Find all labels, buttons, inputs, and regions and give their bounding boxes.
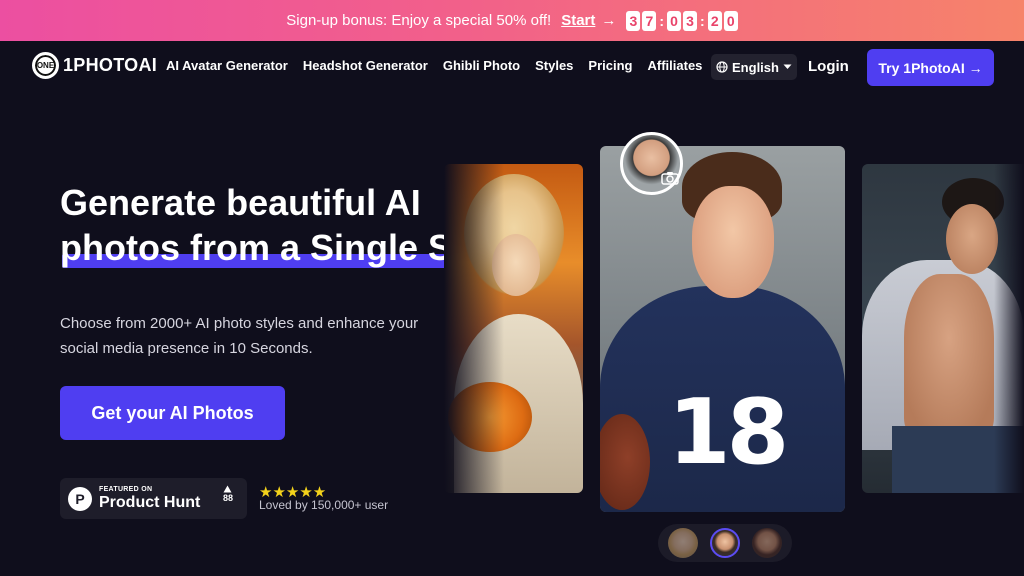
image-fade-overlay (444, 164, 504, 493)
thumbnail-avatar[interactable] (752, 528, 782, 558)
product-hunt-votes: 88 (223, 485, 233, 503)
timer-separator: : (700, 12, 705, 29)
nav-link-pricing[interactable]: Pricing (588, 58, 632, 73)
example-photo-football: 18 (600, 146, 845, 512)
product-hunt-badge[interactable]: P FEATURED ON Product Hunt 88 (60, 478, 247, 519)
timer-digit: 0 (667, 10, 682, 31)
product-hunt-text: FEATURED ON Product Hunt (99, 486, 200, 512)
photo-face (946, 204, 998, 274)
nav-link-ai-avatar-generator[interactable]: AI Avatar Generator (166, 58, 288, 73)
product-hunt-featured: FEATURED ON (99, 485, 153, 493)
nav-links: AI Avatar Generator Headshot Generator G… (166, 58, 702, 73)
language-label: English (732, 59, 779, 75)
logo-text: 1PHOTOAI (63, 55, 158, 75)
photo-face (692, 186, 774, 298)
timer-digit: 7 (642, 10, 657, 31)
image-fade-overlay (994, 164, 1024, 493)
loved-by-text: Loved by 150,000+ user (259, 498, 389, 512)
selfie-avatar (620, 132, 683, 195)
timer-digit: 3 (683, 10, 698, 31)
timer-separator: : (659, 12, 665, 29)
site-logo[interactable]: ONE 1PHOTOAI (32, 52, 157, 79)
timer-digit: 2 (707, 10, 722, 31)
jersey-number: 18 (668, 380, 789, 485)
thumbnail-avatar[interactable] (668, 528, 698, 558)
nav-link-ghibli-photo[interactable]: Ghibli Photo (443, 58, 520, 73)
globe-icon (716, 61, 728, 73)
thumbnail-avatar-selected[interactable] (710, 528, 740, 558)
nav-link-affiliates[interactable]: Affiliates (648, 58, 703, 73)
timer-digit: 0 (723, 10, 738, 31)
promo-text: Sign-up bonus: Enjoy a special 50% off! (286, 12, 552, 29)
try-button[interactable]: Try 1PhotoAI → (867, 49, 994, 86)
camera-icon (661, 172, 679, 185)
promo-banner: Sign-up bonus: Enjoy a special 50% off! … (0, 0, 1024, 41)
upvote-triangle-icon (223, 485, 232, 493)
hero-subtext: Choose from 2000+ AI photo styles and en… (60, 315, 419, 357)
language-selector[interactable]: English (711, 54, 797, 80)
logo-badge-icon: ONE (32, 52, 59, 79)
product-hunt-logo-icon: P (68, 486, 92, 511)
nav-link-headshot-generator[interactable]: Headshot Generator (303, 58, 428, 73)
timer-digit: 3 (626, 10, 641, 31)
chevron-down-icon (783, 64, 792, 69)
photo-torso (904, 274, 994, 434)
arrow-right-icon: → (601, 12, 617, 29)
login-link[interactable]: Login (808, 58, 849, 75)
vote-count: 88 (222, 493, 233, 503)
style-thumbnail-selector (658, 524, 792, 562)
countdown-timer: 3 7 : 0 3 : 2 0 (626, 10, 738, 31)
get-ai-photos-button[interactable]: Get your AI Photos (60, 386, 285, 440)
promo-start-link[interactable]: Start (561, 12, 595, 29)
product-hunt-name: Product Hunt (99, 493, 201, 511)
nav-link-styles[interactable]: Styles (535, 58, 573, 73)
